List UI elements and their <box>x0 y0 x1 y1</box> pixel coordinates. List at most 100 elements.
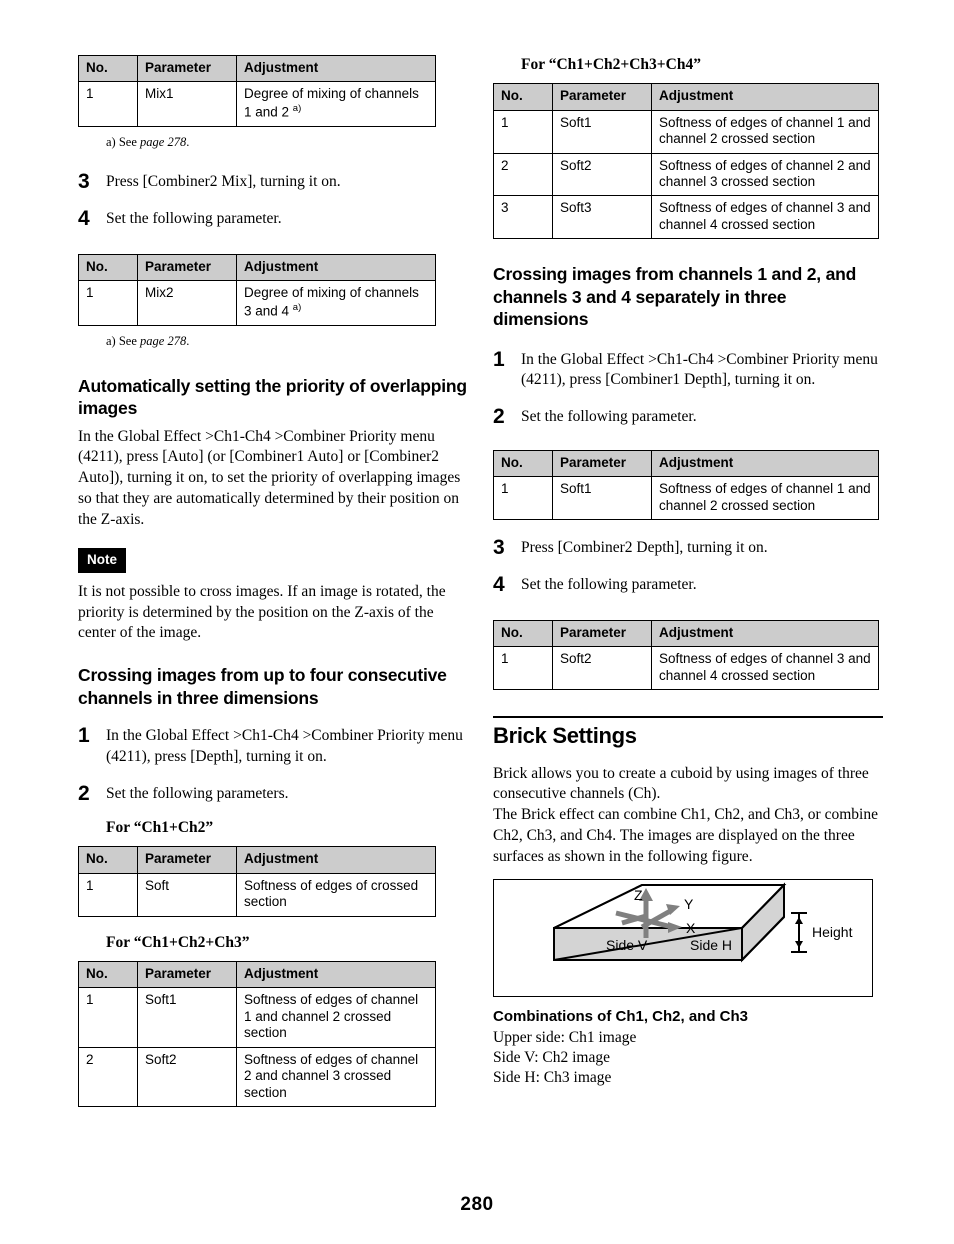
table-combiner2-depth: No. Parameter Adjustment 1 Soft2 Softnes… <box>493 619 879 691</box>
step-1-depth: 1 In the Global Effect >Ch1-Ch4 >Combine… <box>78 724 468 768</box>
axis-label-y: Y <box>684 896 694 912</box>
paragraph-brick-1: Brick allows you to create a cuboid by u… <box>493 764 869 803</box>
table-row: 1 Mix1 Degree of mixing of channels 1 an… <box>78 81 436 127</box>
document-page: No. Parameter Adjustment 1 Mix1 Degree o… <box>0 0 954 1244</box>
cell-no: 1 <box>493 109 553 154</box>
table-header-row: No. Parameter Adjustment <box>493 449 879 478</box>
cell-adjustment: Softness of edges of crossed section <box>236 872 436 917</box>
footnote-marker: a) <box>292 301 302 313</box>
footnote-prefix: a) See <box>106 134 141 149</box>
cell-adjustment: Softness of edges of channel 1 and chann… <box>651 109 879 154</box>
figure-brick-cuboid: Z Y X Side V Side H Height <box>493 879 873 998</box>
step-3-combiner2-mix: 3 Press [Combiner2 Mix], turning it on. <box>78 170 468 193</box>
step-text: Set the following parameters. <box>106 784 289 802</box>
footnote-page-ref: page 278 <box>140 134 187 149</box>
step-text: Set the following parameter. <box>521 408 697 426</box>
axis-label-x: X <box>686 920 696 936</box>
cell-no: 3 <box>493 195 553 240</box>
cell-parameter: Soft <box>137 872 237 917</box>
table-combiner1-depth: No. Parameter Adjustment 1 Soft1 Softnes… <box>493 449 879 521</box>
footnote-page-ref: page 278 <box>140 333 187 348</box>
combination-line-side-h: Side H: Ch3 image <box>493 1068 612 1086</box>
footnote-marker: a) <box>292 102 302 114</box>
cell-no: 1 <box>493 646 553 691</box>
right-column: For “Ch1+Ch2+Ch3+Ch4” No. Parameter Adju… <box>493 55 883 1087</box>
step-1-combiner1-depth: 1 In the Global Effect >Ch1-Ch4 >Combine… <box>493 348 883 392</box>
cell-no: 1 <box>78 987 138 1048</box>
column-header-parameter: Parameter <box>552 449 652 478</box>
cell-adjustment: Softness of edges of channel 3 and chann… <box>651 646 879 691</box>
face-label-side-v: Side V <box>606 937 648 953</box>
column-header-no: No. <box>78 846 138 874</box>
footnote-a-1: a) See page 278. <box>106 134 468 150</box>
footnote-a-2: a) See page 278. <box>106 333 468 349</box>
cell-parameter: Mix1 <box>137 81 237 127</box>
step-2-set-parameter: 2 Set the following parameter. <box>493 405 883 428</box>
step-number: 3 <box>78 170 90 194</box>
note-block: Note It is not possible to cross images.… <box>78 548 468 644</box>
cell-no: 1 <box>78 81 138 127</box>
column-header-parameter: Parameter <box>137 54 237 83</box>
page-number: 280 <box>460 1194 494 1215</box>
heading-combinations: Combinations of Ch1, Ch2, and Ch3 <box>493 1008 749 1026</box>
step-number: 2 <box>78 781 90 805</box>
step-number: 4 <box>78 206 90 230</box>
cuboid-diagram-svg: Z Y X Side V Side H Height <box>553 882 853 963</box>
cell-adjustment: Softness of edges of channel 3 and chann… <box>651 195 879 240</box>
column-header-adjustment: Adjustment <box>236 54 436 83</box>
table-row: 1 Mix2 Degree of mixing of channels 3 an… <box>78 280 436 326</box>
step-number: 4 <box>493 573 505 597</box>
column-header-adjustment: Adjustment <box>651 619 879 648</box>
cell-parameter: Soft1 <box>552 109 652 154</box>
cell-parameter: Soft2 <box>552 152 652 197</box>
step-text: Set the following parameter. <box>521 576 697 594</box>
step-4-set-parameter: 4 Set the following parameter. <box>78 207 468 230</box>
cell-no: 2 <box>493 152 553 197</box>
cell-no: 2 <box>78 1046 138 1108</box>
axis-label-z: Z <box>634 887 643 903</box>
heading-brick-settings: Brick Settings <box>493 723 637 749</box>
caption-for-ch1-ch2-ch3: For “Ch1+Ch2+Ch3” <box>106 933 250 951</box>
step-text: In the Global Effect >Ch1-Ch4 >Combiner … <box>521 350 878 389</box>
cell-parameter: Soft3 <box>552 195 652 240</box>
cell-no: 1 <box>78 280 138 326</box>
note-badge: Note <box>78 548 126 573</box>
column-header-no: No. <box>78 253 138 282</box>
column-header-adjustment: Adjustment <box>651 449 879 478</box>
footnote-suffix: . <box>186 134 190 149</box>
table-ch1-ch2-ch3: No. Parameter Adjustment 1 Soft1 Softnes… <box>78 961 436 1108</box>
face-label-side-h: Side H <box>690 937 732 953</box>
column-header-adjustment: Adjustment <box>236 253 436 282</box>
table-row: 2 Soft2 Softness of edges of channel 2 a… <box>493 152 879 197</box>
column-header-no: No. <box>493 619 553 648</box>
step-number: 1 <box>78 724 90 748</box>
column-header-parameter: Parameter <box>137 846 237 874</box>
height-arrow-down <box>795 941 803 949</box>
table-header-row: No. Parameter Adjustment <box>78 961 436 989</box>
cell-adjustment-text: Degree of mixing of channels 1 and 2 <box>244 86 419 120</box>
height-arrow-up <box>795 917 803 925</box>
cell-parameter: Soft2 <box>552 646 652 691</box>
cell-adjustment: Degree of mixing of channels 1 and 2 a) <box>236 81 436 127</box>
table-row: 3 Soft3 Softness of edges of channel 3 a… <box>493 195 879 240</box>
table-header-row: No. Parameter Adjustment <box>78 846 436 874</box>
table-header-row: No. Parameter Adjustment <box>78 54 436 83</box>
column-header-no: No. <box>493 449 553 478</box>
step-number: 3 <box>493 536 505 560</box>
column-header-no: No. <box>493 83 553 111</box>
column-header-no: No. <box>78 961 138 989</box>
cell-parameter: Soft2 <box>137 1046 237 1108</box>
step-number: 1 <box>493 347 505 371</box>
table-header-row: No. Parameter Adjustment <box>493 619 879 648</box>
step-text: Press [Combiner2 Depth], turning it on. <box>521 539 768 557</box>
cell-no: 1 <box>493 476 553 521</box>
cell-adjustment: Softness of edges of channel 1 and chann… <box>236 987 436 1048</box>
table-row: 2 Soft2 Softness of edges of channel 2 a… <box>78 1046 436 1108</box>
left-column: No. Parameter Adjustment 1 Mix1 Degree o… <box>78 54 468 1108</box>
cell-parameter: Soft1 <box>552 476 652 521</box>
caption-for-ch1-ch2: For “Ch1+Ch2” <box>106 819 214 837</box>
column-header-parameter: Parameter <box>552 83 652 111</box>
table-ch1-ch2-ch3-ch4: No. Parameter Adjustment 1 Soft1 Softnes… <box>493 83 879 240</box>
column-header-parameter: Parameter <box>137 961 237 989</box>
table-mix2: No. Parameter Adjustment 1 Mix2 Degree o… <box>78 253 436 326</box>
